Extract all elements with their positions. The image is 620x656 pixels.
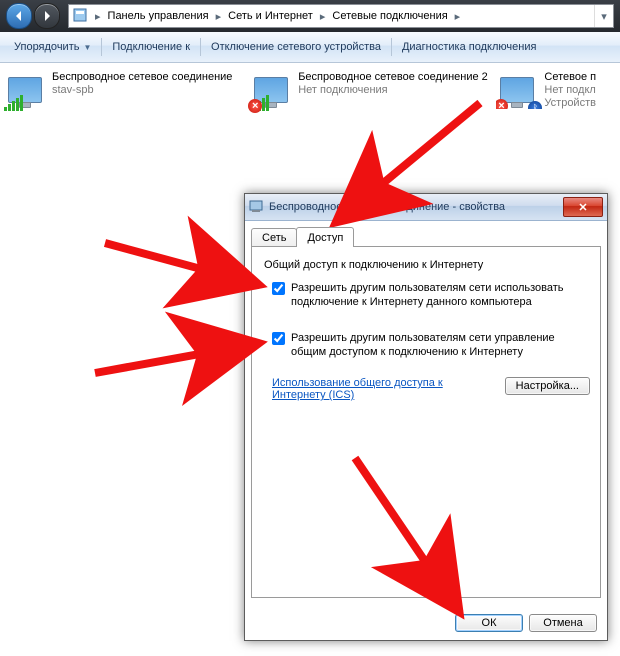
ethernet-connection-icon: × ᛒ	[496, 71, 538, 109]
tab-sharing[interactable]: Доступ	[296, 227, 354, 247]
separator	[200, 38, 201, 56]
chevron-down-icon: ▼	[83, 43, 91, 52]
connect-to-menu[interactable]: Подключение к	[104, 32, 198, 62]
separator	[391, 38, 392, 56]
connection-title: Беспроводное сетевое соединение 2	[298, 71, 488, 83]
content-area: Беспроводное сетевое соединение stav-spb…	[0, 63, 620, 656]
connection-detail: Устройств	[544, 97, 596, 109]
breadcrumb-network-internet[interactable]: Сеть и Интернет	[225, 10, 316, 22]
ok-button[interactable]: ОК	[455, 614, 523, 632]
nic-icon	[249, 199, 263, 216]
breadcrumb-sep: ▸	[455, 10, 461, 23]
addr-dropdown[interactable]: ▾	[594, 5, 613, 27]
connection-item[interactable]: Беспроводное сетевое соединение stav-spb	[4, 71, 250, 109]
properties-dialog: Беспроводное сетевое соединение - свойст…	[244, 193, 608, 641]
allow-share-checkbox[interactable]	[272, 282, 285, 295]
connection-subtitle: Нет подкл	[544, 84, 596, 96]
connection-title: Сетевое п	[544, 71, 596, 83]
tab-network[interactable]: Сеть	[251, 228, 297, 247]
organize-label: Упорядочить	[14, 41, 79, 53]
settings-button[interactable]: Настройка...	[505, 377, 590, 395]
close-icon: ✕	[578, 201, 587, 214]
forward-button[interactable]	[34, 3, 60, 29]
group-title: Общий доступ к подключению к Интернету	[264, 259, 590, 271]
breadcrumb-sep: ▸	[95, 10, 101, 23]
breadcrumb-sep: ▸	[216, 10, 222, 23]
connection-subtitle: Нет подключения	[298, 84, 488, 96]
control-panel-icon	[73, 8, 87, 25]
close-button[interactable]: ✕	[563, 197, 603, 217]
breadcrumb-network-connections[interactable]: Сетевые подключения	[329, 10, 450, 22]
ics-link[interactable]: Использование общего доступа к Интернету…	[272, 377, 472, 401]
allow-share-label: Разрешить другим пользователям сети испо…	[291, 281, 590, 309]
connection-subtitle: stav-spb	[52, 84, 232, 96]
nav-bar: ▸ Панель управления ▸ Сеть и Интернет ▸ …	[0, 0, 620, 32]
allow-control-label: Разрешить другим пользователям сети упра…	[291, 331, 590, 359]
diagnose-button[interactable]: Диагностика подключения	[394, 32, 544, 62]
arrow-left-icon	[13, 10, 25, 22]
tab-panel-sharing: Общий доступ к подключению к Интернету Р…	[251, 246, 601, 598]
connect-to-label: Подключение к	[112, 41, 190, 53]
back-button[interactable]	[6, 3, 32, 29]
tab-strip: Сеть Доступ	[251, 225, 601, 247]
separator	[101, 38, 102, 56]
connection-item[interactable]: × ᛒ Сетевое п Нет подкл Устройств	[496, 71, 616, 109]
connection-title: Беспроводное сетевое соединение	[52, 71, 232, 83]
organize-menu[interactable]: Упорядочить ▼	[6, 32, 99, 62]
dialog-titlebar[interactable]: Беспроводное сетевое соединение - свойст…	[245, 194, 607, 221]
disable-device-label: Отключение сетевого устройства	[211, 41, 381, 53]
wifi-connection-icon	[4, 71, 46, 109]
arrow-right-icon	[41, 10, 53, 22]
wifi-connection-icon: ×	[250, 71, 292, 109]
bluetooth-icon: ᛒ	[528, 101, 542, 109]
breadcrumb-sep: ▸	[320, 10, 326, 23]
address-bar[interactable]: ▸ Панель управления ▸ Сеть и Интернет ▸ …	[68, 4, 614, 28]
dialog-title: Беспроводное сетевое соединение - свойст…	[269, 201, 603, 213]
disable-device-button[interactable]: Отключение сетевого устройства	[203, 32, 389, 62]
allow-control-checkbox[interactable]	[272, 332, 285, 345]
cancel-button[interactable]: Отмена	[529, 614, 597, 632]
toolbar: Упорядочить ▼ Подключение к Отключение с…	[0, 32, 620, 63]
connection-item[interactable]: × Беспроводное сетевое соединение 2 Нет …	[250, 71, 496, 109]
diagnose-label: Диагностика подключения	[402, 41, 536, 53]
breadcrumb-control-panel[interactable]: Панель управления	[105, 10, 212, 22]
